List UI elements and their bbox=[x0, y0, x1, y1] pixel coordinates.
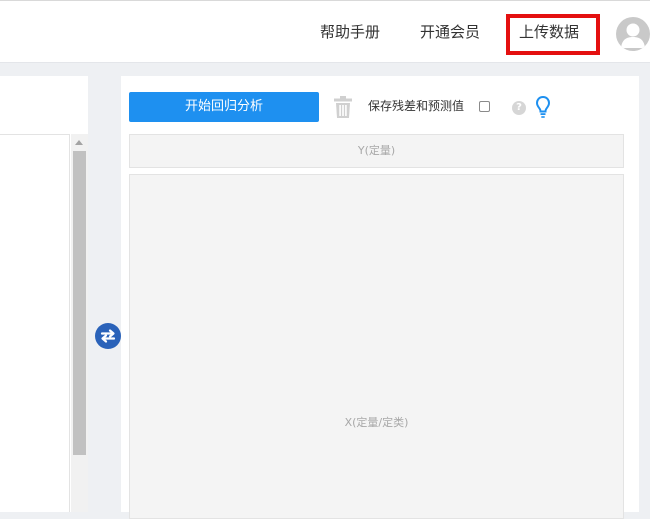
help-manual-link[interactable]: 帮助手册 bbox=[320, 22, 380, 42]
variable-list-scrollbar[interactable] bbox=[71, 134, 88, 512]
trash-icon[interactable] bbox=[332, 95, 354, 119]
top-navigation-bar: 帮助手册 开通会员 上传数据 bbox=[0, 0, 650, 63]
scroll-up-arrow-icon[interactable] bbox=[75, 140, 83, 145]
x-variable-dropzone[interactable]: X(定量/定类) bbox=[129, 174, 624, 519]
lightbulb-glyph bbox=[535, 95, 551, 118]
question-icon[interactable]: ? bbox=[512, 101, 526, 115]
variable-list-panel bbox=[0, 76, 88, 512]
swap-arrows-glyph bbox=[100, 329, 116, 343]
user-avatar-icon[interactable] bbox=[616, 17, 650, 51]
open-membership-link[interactable]: 开通会员 bbox=[420, 22, 480, 42]
save-residual-checkbox[interactable] bbox=[479, 101, 490, 112]
y-variable-dropzone[interactable]: Y(定量) bbox=[129, 134, 624, 168]
lightbulb-icon[interactable] bbox=[535, 95, 551, 119]
start-regression-button[interactable]: 开始回归分析 bbox=[129, 92, 319, 122]
save-residual-label: 保存残差和预测值 bbox=[368, 99, 465, 113]
analysis-config-panel: 开始回归分析 保存残差和预测值 ? Y(定量) X(定量/定类) bbox=[121, 76, 639, 519]
upload-data-link[interactable]: 上传数据 bbox=[519, 22, 579, 42]
x-variable-label: X(定量/定类) bbox=[344, 416, 409, 429]
variable-list[interactable] bbox=[0, 134, 70, 512]
trash-glyph bbox=[334, 96, 352, 118]
avatar-silhouette bbox=[621, 23, 645, 48]
swap-arrows-icon[interactable] bbox=[95, 323, 121, 349]
scrollbar-thumb[interactable] bbox=[73, 151, 86, 455]
